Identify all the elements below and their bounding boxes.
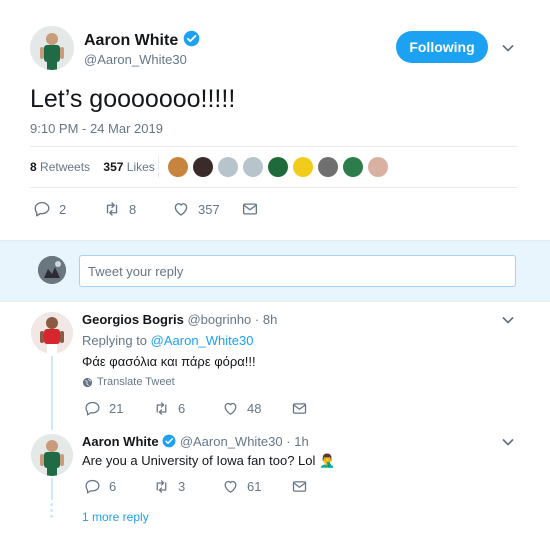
divider xyxy=(30,187,517,188)
heart-icon xyxy=(224,402,237,415)
thread-line xyxy=(51,478,53,500)
dot-separator: · xyxy=(254,312,260,327)
thread-line xyxy=(51,356,53,430)
retweet-icon xyxy=(156,402,167,415)
reply-author-handle[interactable]: @Aaron_White30 xyxy=(180,434,283,449)
divider xyxy=(30,146,517,147)
retweet-action[interactable]: 3 xyxy=(153,478,185,495)
liker-avatar[interactable] xyxy=(318,157,338,177)
liker-avatar[interactable] xyxy=(293,157,313,177)
retweet-count: 3 xyxy=(178,479,186,494)
like-count: 357 xyxy=(198,201,220,217)
following-button[interactable]: Following xyxy=(396,31,488,63)
retweet-action[interactable]: 8 xyxy=(103,200,136,218)
reply-text: Are you a University of Iowa fan too? Lo… xyxy=(82,453,336,468)
more-replies-link[interactable]: 1 more reply xyxy=(82,510,149,524)
liker-avatar[interactable] xyxy=(168,157,188,177)
verified-badge-icon xyxy=(183,30,199,47)
liker-avatar[interactable] xyxy=(268,157,288,177)
current-user-avatar[interactable] xyxy=(38,256,66,284)
tweet-stats: 8 Retweets 357 Likes xyxy=(30,160,155,174)
reply-action[interactable]: 21 xyxy=(84,400,123,417)
likes-stat[interactable]: 357 Likes xyxy=(103,160,154,174)
liker-avatar[interactable] xyxy=(193,157,213,177)
reply-action[interactable]: 6 xyxy=(84,478,116,495)
likes-count: 357 xyxy=(103,160,124,174)
tweet-text: Let’s gooooooo!!!!! xyxy=(30,85,236,113)
replying-to-handle[interactable]: @Aaron_White30 xyxy=(151,333,254,348)
stats-separator xyxy=(158,156,159,178)
retweet-count: 6 xyxy=(178,401,186,416)
reply-text: Φάε φασόλια και πάρε φόρα!!! xyxy=(82,354,256,369)
reply-author-name[interactable]: Aaron White xyxy=(82,434,159,449)
retweet-icon xyxy=(156,480,167,493)
retweets-label: Retweets xyxy=(40,160,91,174)
like-action[interactable]: 357 xyxy=(172,200,220,218)
reply-icon xyxy=(85,479,100,494)
reply-author-avatar[interactable] xyxy=(31,434,73,476)
message-action[interactable] xyxy=(241,200,259,218)
retweet-count: 8 xyxy=(129,201,137,217)
message-action[interactable] xyxy=(291,400,308,417)
chevron-down-icon[interactable] xyxy=(500,434,516,450)
retweet-action[interactable]: 6 xyxy=(153,400,185,417)
chevron-down-icon[interactable] xyxy=(500,312,516,328)
retweets-stat[interactable]: 8 Retweets xyxy=(30,160,93,174)
globe-icon xyxy=(82,377,93,387)
reply-action[interactable]: 2 xyxy=(33,200,66,218)
liker-avatar[interactable] xyxy=(368,157,388,177)
like-action[interactable]: 48 xyxy=(222,400,261,417)
replying-to: Replying to @Aaron_White30 xyxy=(82,333,253,348)
retweet-icon xyxy=(106,202,118,216)
thread-dots xyxy=(50,503,53,518)
tweet-timestamp[interactable]: 9:10 PM - 24 Mar 2019 xyxy=(30,121,163,136)
verified-badge-icon xyxy=(162,434,176,448)
chevron-down-icon[interactable] xyxy=(500,40,516,56)
reply-icon xyxy=(85,401,100,416)
heart-icon xyxy=(224,480,237,493)
envelope-icon xyxy=(292,403,307,414)
author-name[interactable]: Aaron White xyxy=(84,32,178,49)
like-count: 48 xyxy=(247,401,262,416)
reply-icon xyxy=(34,201,50,217)
author-handle[interactable]: @Aaron_White30 xyxy=(84,52,187,67)
like-count: 61 xyxy=(247,479,262,494)
reply-count: 21 xyxy=(109,401,124,416)
liker-avatar[interactable] xyxy=(218,157,238,177)
reply-author-handle[interactable]: @bogrinho xyxy=(187,312,251,327)
translate-label: Translate Tweet xyxy=(97,376,175,388)
retweets-count: 8 xyxy=(30,160,37,174)
reply-header: Aaron White @Aaron_White30 · 1h xyxy=(82,434,309,449)
translate-tweet[interactable]: Translate Tweet xyxy=(82,376,175,388)
liker-avatar[interactable] xyxy=(343,157,363,177)
reply-author-name[interactable]: Georgios Bogris xyxy=(82,312,184,327)
reply-author-avatar[interactable] xyxy=(31,312,73,354)
envelope-icon xyxy=(242,203,258,215)
dot-separator: · xyxy=(286,434,291,449)
reply-header: Georgios Bogris @bogrinho · 8h xyxy=(82,312,277,327)
reply-count: 2 xyxy=(59,201,67,217)
author-avatar[interactable] xyxy=(30,26,74,70)
reply-input[interactable]: Tweet your reply xyxy=(79,255,516,287)
author-name-row: Aaron White xyxy=(84,30,200,50)
reply-time[interactable]: 1h xyxy=(294,434,308,449)
message-action[interactable] xyxy=(291,478,308,495)
envelope-icon xyxy=(292,481,307,492)
replying-to-label: Replying to xyxy=(82,333,148,348)
likers-avatars xyxy=(168,157,388,177)
like-action[interactable]: 61 xyxy=(222,478,261,495)
liker-avatar[interactable] xyxy=(243,157,263,177)
heart-icon xyxy=(174,203,188,216)
likes-label: Likes xyxy=(126,160,155,174)
reply-time[interactable]: 8h xyxy=(263,312,277,327)
reply-count: 6 xyxy=(109,479,117,494)
